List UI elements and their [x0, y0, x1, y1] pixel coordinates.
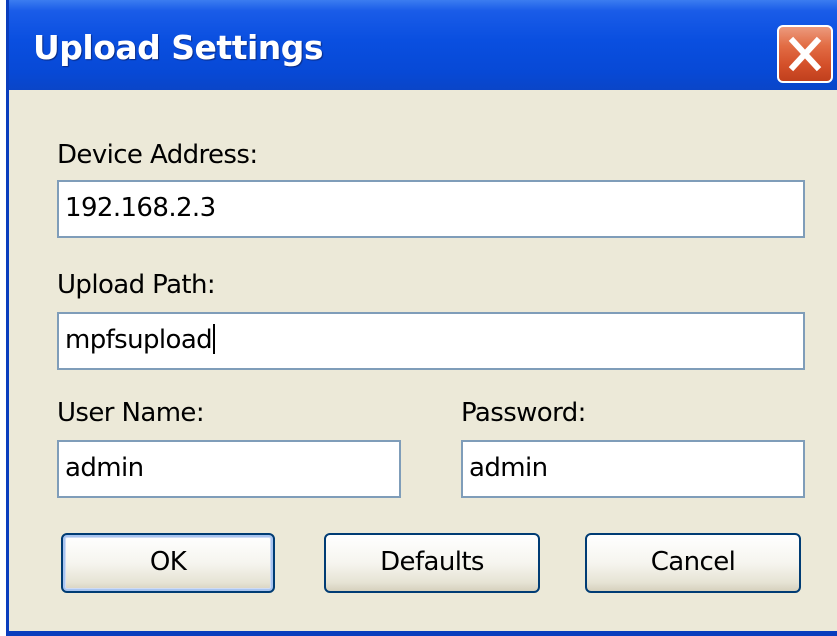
device-address-field[interactable]: 192.168.2.3: [57, 180, 805, 238]
dialog-window: Upload Settings Device Address: 192.168.…: [6, 0, 837, 636]
upload-path-field[interactable]: mpfsupload: [57, 312, 805, 370]
user-name-value: admin: [65, 453, 144, 483]
password-value: admin: [469, 453, 548, 483]
device-address-label: Device Address:: [57, 140, 258, 170]
defaults-button[interactable]: Defaults: [324, 533, 540, 593]
user-name-field[interactable]: admin: [57, 440, 401, 498]
user-name-label: User Name:: [57, 398, 205, 428]
window-bottom-border: [9, 631, 837, 636]
upload-path-value: mpfsupload: [65, 325, 213, 355]
dialog-body: Device Address: 192.168.2.3 Upload Path:…: [9, 90, 837, 631]
title-bar[interactable]: Upload Settings: [9, 0, 837, 90]
password-field[interactable]: admin: [461, 440, 805, 498]
ok-button[interactable]: OK: [61, 533, 275, 593]
close-icon: [788, 36, 822, 72]
close-button[interactable]: [777, 25, 833, 83]
cancel-button[interactable]: Cancel: [585, 533, 801, 593]
password-label: Password:: [461, 398, 586, 428]
text-caret: [213, 323, 216, 354]
upload-path-label: Upload Path:: [57, 270, 216, 300]
device-address-value: 192.168.2.3: [65, 193, 216, 223]
dialog-title: Upload Settings: [33, 28, 324, 67]
